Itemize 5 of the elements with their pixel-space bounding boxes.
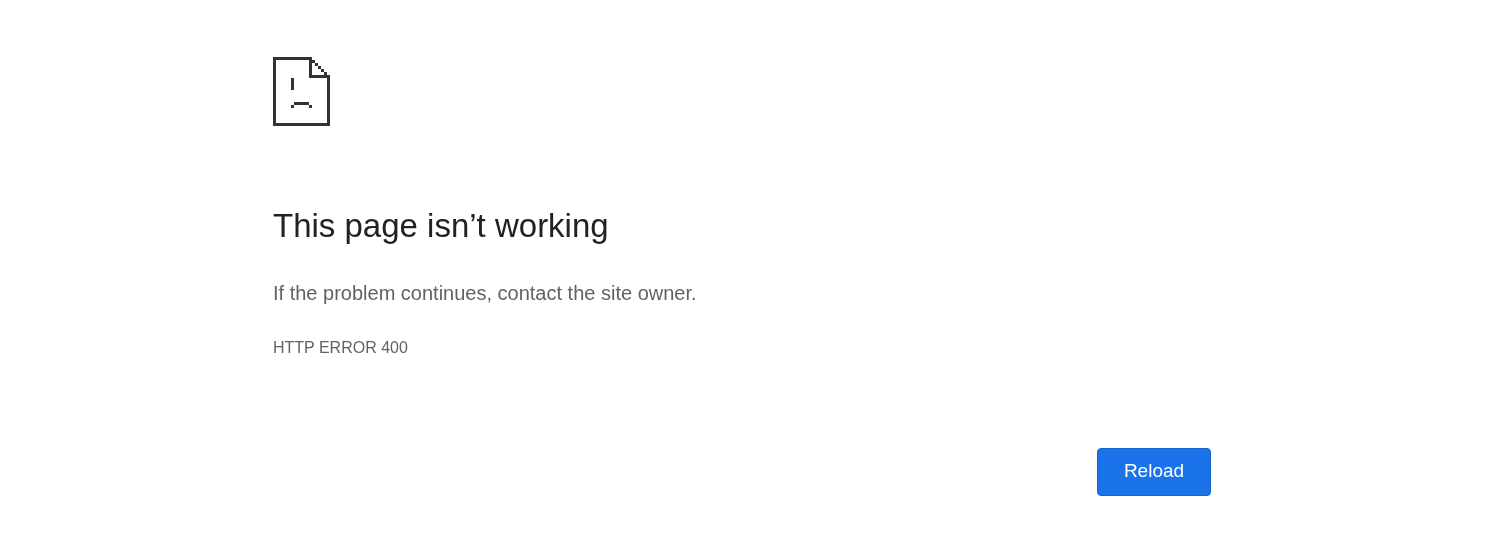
error-heading: This page isn’t working <box>273 206 610 246</box>
error-message: If the problem continues, contact the site owner. <box>273 280 698 306</box>
reload-button[interactable]: Reload <box>1097 447 1211 496</box>
sad-page-icon <box>273 57 330 126</box>
error-code: HTTP ERROR 400 <box>273 337 409 358</box>
